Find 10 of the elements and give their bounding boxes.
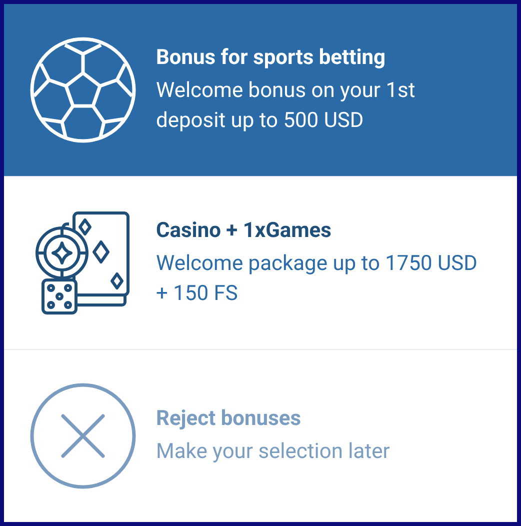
option-description: Make your selection later: [156, 439, 391, 466]
cards-chip-dice-icon: [35, 210, 131, 316]
soccer-ball-icon: [30, 37, 136, 143]
option-title: Bonus for sports betting: [156, 45, 386, 72]
close-icon: [30, 383, 136, 489]
option-title: Casino + 1xGames: [156, 218, 332, 245]
option-title: Reject bonuses: [156, 406, 301, 433]
bonus-option[interactable]: Bonus for sports betting Welcome bonus on your 1st deposit up to 500 USD: [4, 4, 517, 176]
option-description: Welcome package up to 1750 USD + 150 FS: [156, 251, 478, 308]
option-description: Welcome bonus on your 1st deposit up to 500 USD: [156, 78, 416, 135]
